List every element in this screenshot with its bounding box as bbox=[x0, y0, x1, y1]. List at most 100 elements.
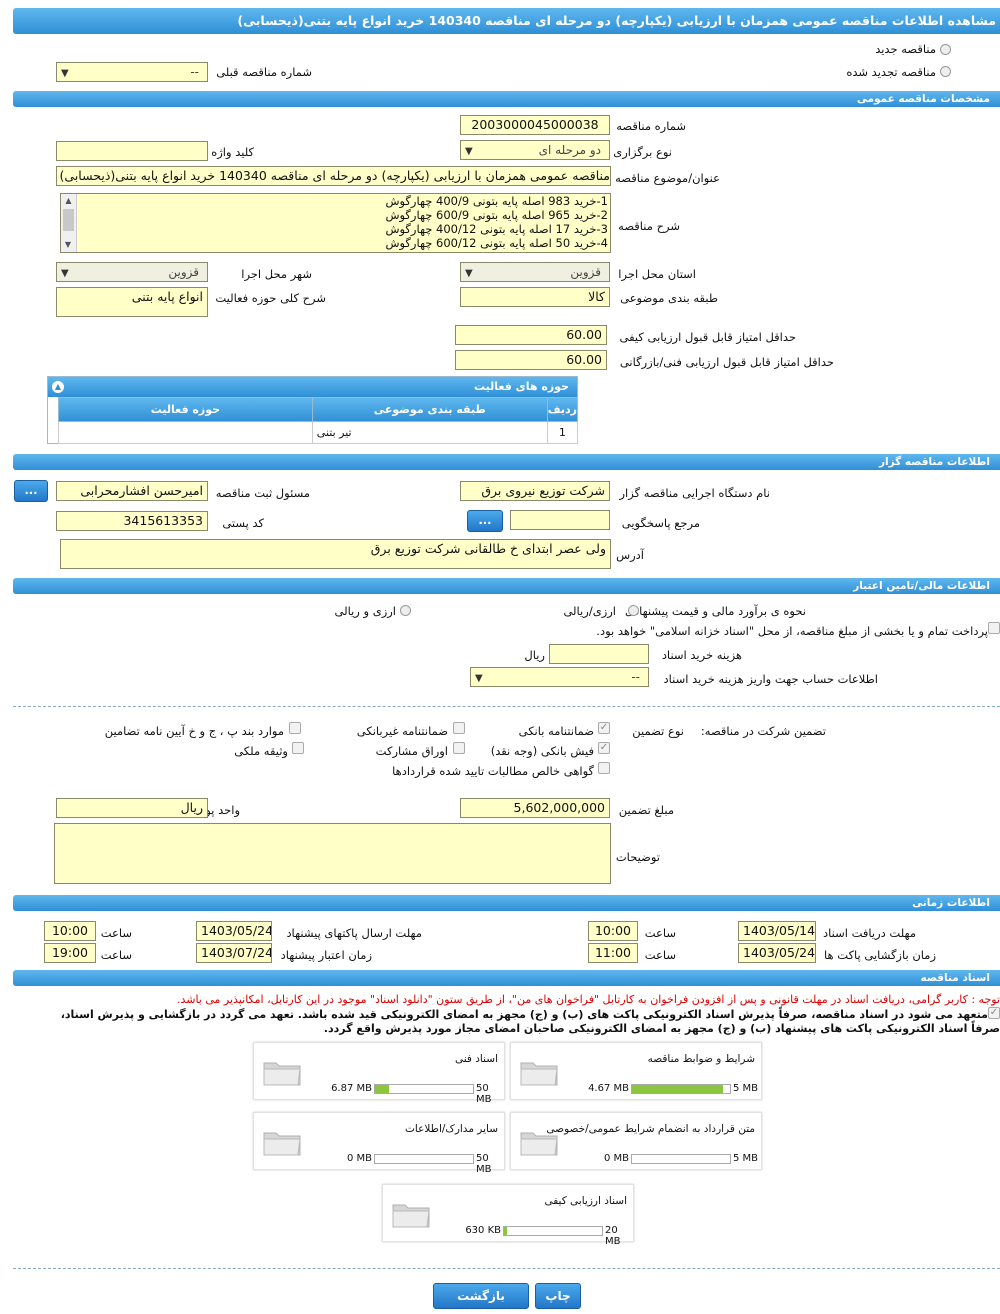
file-card[interactable]: سایر مدارک/اطلاعات 0 MB 50 MB bbox=[253, 1112, 505, 1175]
file-limit: 20 MB bbox=[605, 1225, 621, 1247]
folder-icon bbox=[263, 1132, 301, 1156]
prev-number-value: -- bbox=[190, 65, 199, 79]
activity-field: انواع پایه بتنی bbox=[56, 287, 208, 317]
finance-section-header: اطلاعات مالی/تامین اعتبار bbox=[13, 578, 1000, 594]
city-select[interactable]: قزوین ▼ bbox=[56, 262, 208, 282]
postal-label: کد پستی bbox=[222, 516, 264, 530]
registrar-label: مسئول ثبت مناقصه bbox=[215, 486, 310, 500]
chevron-down-icon: ▼ bbox=[61, 68, 69, 79]
file-title: سایر مدارک/اطلاعات bbox=[405, 1123, 498, 1135]
file-card[interactable]: اسناد فنی 6.87 MB 50 MB bbox=[253, 1042, 505, 1105]
back-button[interactable]: بازگشت bbox=[433, 1283, 529, 1309]
province-select[interactable]: قزوین ▼ bbox=[460, 262, 610, 282]
table-row: 1 تیر بتنی bbox=[58, 421, 579, 444]
prev-number-select[interactable]: -- ▼ bbox=[56, 62, 208, 82]
new-tender-label: مناقصه جدید bbox=[875, 42, 936, 56]
file-card[interactable]: اسناد ارزیابی کیفی 630 KB 20 MB bbox=[382, 1184, 634, 1247]
print-button[interactable]: چاپ bbox=[535, 1283, 581, 1309]
type-value: دو مرحله ای bbox=[538, 143, 601, 157]
rial-radio[interactable] bbox=[628, 605, 639, 616]
account-label: اطلاعات حساب جهت واریز هزینه خرید اسناد bbox=[663, 672, 878, 686]
min-tech-field: 60.00 bbox=[455, 350, 607, 370]
file-used: 4.67 MB bbox=[588, 1083, 629, 1094]
documents-note: توجه : کاربر گرامی، دریافت اسناد در مهلت… bbox=[176, 993, 1000, 1006]
tender-number-field: 2003000045000038 bbox=[460, 115, 610, 135]
keyword-field[interactable] bbox=[56, 141, 208, 161]
guarantee-label: تضمین شرکت در مناقصه: bbox=[700, 724, 826, 738]
open-time: 11:00 bbox=[588, 943, 638, 963]
time-label: ساعت bbox=[644, 926, 676, 940]
send-deadline-time: 10:00 bbox=[44, 921, 96, 941]
type-select[interactable]: دو مرحله ای ▼ bbox=[460, 140, 610, 160]
both-option-label: ارزی و ریالی bbox=[334, 604, 396, 618]
prev-number-label: شماره مناقصه قبلی bbox=[216, 65, 312, 79]
activity-table: ردیف طبقه بندی موضوعی حوزه فعالیت 1 تیر … bbox=[58, 397, 579, 444]
renewed-tender-radio[interactable] bbox=[940, 66, 951, 77]
file-used: 630 KB bbox=[465, 1225, 501, 1236]
scroll-down-icon[interactable]: ▼ bbox=[61, 238, 76, 252]
city-value: قزوین bbox=[168, 265, 199, 279]
currency-field: ریال bbox=[56, 798, 208, 818]
doc-deadline-time: 10:00 bbox=[588, 921, 638, 941]
file-title: شرایط و ضوابط مناقصه bbox=[647, 1053, 755, 1065]
table-cell bbox=[58, 421, 313, 444]
min-tech-label: حداقل امتیاز قابل قبول ارزیابی فنی/بازرگ… bbox=[619, 355, 834, 369]
open-label: زمان بازگشایی پاکت ها bbox=[824, 948, 936, 962]
renewed-tender-label: مناقصه تجدید شده bbox=[846, 65, 936, 79]
rial-option-label: ارزی/ریالی bbox=[563, 604, 616, 618]
collapse-icon[interactable]: ▲ bbox=[52, 381, 64, 393]
description-line: 4-خرید 50 اصله پایه بتونی 600/12 چهارگوش bbox=[385, 236, 608, 250]
file-progress bbox=[374, 1154, 474, 1164]
time-label: ساعت bbox=[644, 948, 676, 962]
folder-icon bbox=[392, 1204, 430, 1228]
bonds-checkbox[interactable] bbox=[453, 742, 465, 754]
file-progress-fill bbox=[632, 1085, 724, 1093]
send-deadline-label: مهلت ارسال پاکتهای پیشنهاد bbox=[286, 926, 422, 940]
file-card[interactable]: متن قرارداد به انضمام شرایط عمومی/خصوصی … bbox=[510, 1112, 762, 1170]
province-label: استان محل اجرا bbox=[618, 267, 696, 281]
scroll-up-icon[interactable]: ▲ bbox=[61, 194, 76, 208]
column-header: حوزه فعالیت bbox=[58, 397, 313, 422]
bank-guarantee-checkbox[interactable]: ✓ bbox=[598, 722, 610, 734]
org-label: نام دستگاه اجرایی مناقصه گزار bbox=[619, 486, 770, 500]
city-label: شهر محل اجرا bbox=[241, 267, 312, 281]
registrar-field: امیرحسن افشارمحرابی bbox=[56, 481, 208, 501]
scroll-thumb[interactable] bbox=[63, 209, 74, 231]
treasury-checkbox[interactable] bbox=[988, 622, 1000, 634]
validity-time: 19:00 bbox=[44, 943, 96, 963]
both-radio[interactable] bbox=[400, 605, 411, 616]
description-field: 1-خرید 983 اصله پایه بتونی 400/9 چهارگوش… bbox=[60, 193, 611, 253]
file-card[interactable]: شرایط و ضوابط مناقصه 4.67 MB 5 MB bbox=[510, 1042, 762, 1100]
file-limit: 50 MB bbox=[476, 1153, 492, 1175]
new-tender-radio[interactable] bbox=[940, 44, 951, 55]
table-cell: 1 bbox=[546, 421, 579, 444]
doc-cost-label: هزینه خرید اسناد bbox=[661, 648, 742, 662]
reference-lookup-button[interactable]: ... bbox=[467, 510, 503, 532]
keyword-label: کلید واژه bbox=[211, 145, 254, 159]
registrar-lookup-button[interactable]: ... bbox=[14, 480, 48, 502]
nonbank-guarantee-checkbox[interactable] bbox=[453, 722, 465, 734]
file-title: اسناد فنی bbox=[454, 1053, 498, 1065]
clause-guarantee-checkbox[interactable] bbox=[289, 722, 301, 734]
column-header: ردیف bbox=[546, 397, 579, 422]
account-value: -- bbox=[631, 670, 640, 684]
property-checkbox[interactable] bbox=[292, 742, 304, 754]
documents-section-header: اسناد مناقصه bbox=[13, 970, 1000, 986]
activity-table-panel: حوزه های فعالیت ▲ ردیف طبقه بندی موضوعی … bbox=[47, 376, 579, 444]
file-progress bbox=[503, 1226, 603, 1236]
subject-field: مناقصه عمومی همزمان با ارزیابی (یکپارچه)… bbox=[56, 166, 611, 186]
chevron-down-icon: ▼ bbox=[465, 268, 473, 279]
table-cell: تیر بتنی bbox=[311, 421, 548, 444]
claims-certificate-checkbox[interactable] bbox=[598, 762, 610, 774]
notes-field bbox=[54, 823, 611, 884]
file-title: متن قرارداد به انضمام شرایط عمومی/خصوصی bbox=[546, 1123, 755, 1135]
doc-cost-unit: ریال bbox=[524, 648, 545, 662]
page-title: مشاهده اطلاعات مناقصه عمومی همزمان با ار… bbox=[13, 8, 1000, 34]
activity-table-header: حوزه های فعالیت ▲ bbox=[48, 377, 577, 397]
description-scrollbar[interactable]: ▲ ▼ bbox=[61, 194, 77, 252]
file-used: 0 MB bbox=[346, 1153, 372, 1164]
commitment-checkbox: ✓ bbox=[988, 1007, 1000, 1019]
cash-receipt-checkbox[interactable]: ✓ bbox=[598, 742, 610, 754]
doc-deadline-date: 1403/05/14 bbox=[738, 921, 816, 941]
account-select[interactable]: -- ▼ bbox=[470, 667, 649, 687]
